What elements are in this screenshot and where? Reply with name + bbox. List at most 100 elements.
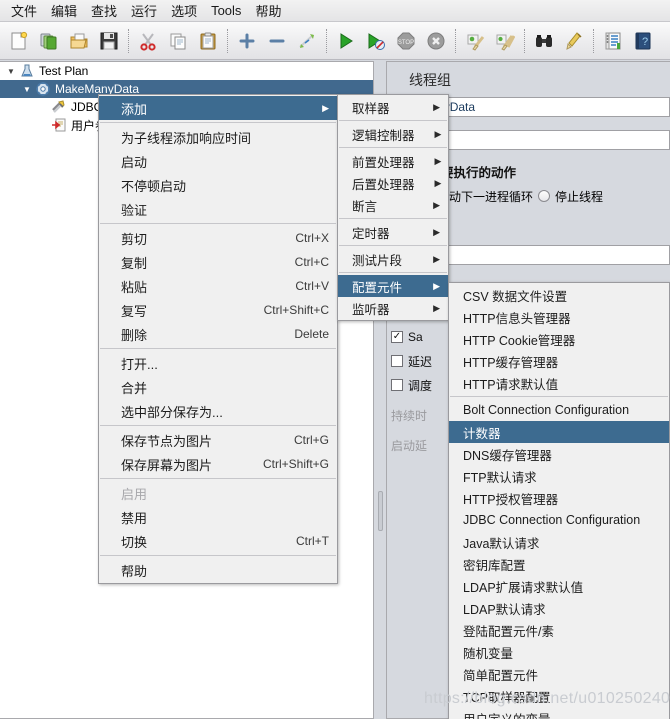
same-user-checkbox[interactable]: ✓ xyxy=(391,331,403,343)
menu-item-4[interactable]: HTTP缓存管理器 xyxy=(449,350,669,372)
menu-item-8[interactable]: 计数器 xyxy=(449,421,669,443)
save-floppy-icon[interactable] xyxy=(94,26,124,56)
menu-item-3[interactable]: 为子线程添加响应时间 xyxy=(99,125,337,149)
chevron-down-icon[interactable]: ▼ xyxy=(20,85,34,94)
menu-item-9[interactable]: 复制 Ctrl+C xyxy=(99,250,337,274)
menu-item-1[interactable]: CSV 数据文件设置 xyxy=(449,284,669,306)
menu-item-label: LDAP扩展请求默认值 xyxy=(463,580,584,595)
menubar-item-6[interactable]: Tools xyxy=(204,1,248,21)
radio-stop-thread[interactable] xyxy=(538,190,551,202)
menu-item-21[interactable]: 用户定义的变量 xyxy=(449,707,669,719)
function-helper-icon[interactable] xyxy=(598,26,628,56)
menu-item-22[interactable]: 禁用 xyxy=(99,505,337,529)
cut-scissors-icon[interactable] xyxy=(133,26,163,56)
menu-item-shortcut: Ctrl+V xyxy=(295,279,329,293)
delay-thread-creation-checkbox[interactable] xyxy=(391,355,403,367)
menu-item-6[interactable]: 验证 xyxy=(99,197,337,221)
menu-item-21[interactable]: 启用 xyxy=(99,481,337,505)
menu-item-25[interactable]: 帮助 xyxy=(99,558,337,582)
menu-item-1[interactable]: 取样器 ▶ xyxy=(338,96,448,118)
menu-item-16[interactable]: 选中部分保存为... xyxy=(99,399,337,423)
copy-icon[interactable] xyxy=(163,26,193,56)
chevron-down-icon[interactable]: ▼ xyxy=(4,67,18,76)
split-pane-grip[interactable] xyxy=(378,491,383,531)
menu-item-12[interactable]: 删除 Delete xyxy=(99,322,337,346)
menubar-item-7[interactable]: 帮助 xyxy=(248,0,288,23)
new-document-icon[interactable] xyxy=(4,26,34,56)
menu-separator xyxy=(100,478,336,479)
radio-option-label-next-loop[interactable]: 启动下一进程循环 xyxy=(437,188,533,205)
open-folder-icon[interactable] xyxy=(64,26,94,56)
chevron-right-icon: ▶ xyxy=(433,226,440,237)
menu-item-11[interactable]: HTTP授权管理器 xyxy=(449,487,669,509)
page-title: 线程组 xyxy=(409,72,451,88)
menu-item-5[interactable]: HTTP请求默认值 xyxy=(449,372,669,394)
search-binoculars-icon[interactable] xyxy=(529,26,559,56)
menubar-item-3[interactable]: 查找 xyxy=(84,0,124,23)
menu-item-11[interactable]: 复写 Ctrl+Shift+C xyxy=(99,298,337,322)
menu-item-11[interactable]: 测试片段 ▶ xyxy=(338,248,448,270)
tree-node-context-menu[interactable]: 添加 ▶ 为子线程添加响应时间 启动 不停顿启动 验证剪切 Ctrl+X 复制 Ctrl+C 粘贴… xyxy=(98,94,338,584)
menu-item-17[interactable]: 登陆配置元件/素 xyxy=(449,619,669,641)
menubar-item-5[interactable]: 选项 xyxy=(164,0,204,23)
scheduler-label: 调度 xyxy=(408,378,433,393)
menu-item-15[interactable]: 合并 xyxy=(99,375,337,399)
menu-item-19[interactable]: 保存屏幕为图片 Ctrl+Shift+G xyxy=(99,452,337,476)
start-play-icon[interactable] xyxy=(331,26,361,56)
add-submenu[interactable]: 取样器 ▶ 逻辑控制器 ▶ 前置处理器 ▶ 后置处理器 ▶ 断言 ▶ 定时器 ▶ 测试片段 ▶ 配置元件 ▶ 监… xyxy=(337,94,449,321)
expand-plus-icon[interactable] xyxy=(232,26,262,56)
config-element-submenu[interactable]: CSV 数据文件设置 HTTP信息头管理器 HTTP Cookie管理器 HTTP缓存… xyxy=(448,282,670,719)
menu-item-1[interactable]: 添加 ▶ xyxy=(99,96,337,120)
menu-item-13[interactable]: Java默认请求 xyxy=(449,531,669,553)
menu-separator xyxy=(100,555,336,556)
menu-item-3[interactable]: 逻辑控制器 ▶ xyxy=(338,123,448,145)
chevron-right-icon: ▶ xyxy=(433,253,440,264)
menu-item-18[interactable]: 保存节点为图片 Ctrl+G xyxy=(99,428,337,452)
menu-item-23[interactable]: 切换 Ctrl+T xyxy=(99,529,337,553)
help-book-icon[interactable]: ? xyxy=(628,26,658,56)
menubar-item-2[interactable]: 编辑 xyxy=(44,0,84,23)
reset-search-broom-icon[interactable] xyxy=(559,26,589,56)
menu-item-label: 逻辑控制器 xyxy=(352,128,415,143)
menu-item-4[interactable]: 启动 xyxy=(99,149,337,173)
menu-item-5[interactable]: 不停顿启动 xyxy=(99,173,337,197)
menu-item-3[interactable]: HTTP Cookie管理器 xyxy=(449,328,669,350)
toggle-branch-icon[interactable] xyxy=(292,26,322,56)
chevron-right-icon: ▶ xyxy=(434,177,442,188)
menu-item-8[interactable]: 剪切 Ctrl+X xyxy=(99,226,337,250)
collapse-minus-icon[interactable] xyxy=(262,26,292,56)
menu-item-20[interactable]: TCP取样器配置 xyxy=(449,685,669,707)
menu-item-10[interactable]: 粘贴 Ctrl+V xyxy=(99,274,337,298)
menu-item-18[interactable]: 随机变量 xyxy=(449,641,669,663)
menu-item-15[interactable]: LDAP扩展请求默认值 xyxy=(449,575,669,597)
paste-clipboard-icon[interactable] xyxy=(193,26,223,56)
menu-item-16[interactable]: LDAP默认请求 xyxy=(449,597,669,619)
tree-node-1[interactable]: ▼ Test Plan xyxy=(0,62,373,80)
menu-item-13[interactable]: 配置元件 ▶ xyxy=(338,275,448,297)
menu-item-6[interactable]: 后置处理器 ▶ xyxy=(338,172,448,194)
menu-item-14[interactable]: 打开... xyxy=(99,351,337,375)
menu-item-12[interactable]: JDBC Connection Configuration xyxy=(449,509,669,531)
menu-item-10[interactable]: FTP默认请求 xyxy=(449,465,669,487)
menubar-item-1[interactable]: 文件 xyxy=(4,0,44,23)
menu-item-14[interactable]: 监听器 ▶ xyxy=(338,297,448,319)
menu-item-shortcut: Delete xyxy=(294,327,329,341)
radio-option-label-stop-thread[interactable]: 停止线程 xyxy=(555,188,603,205)
menu-item-14[interactable]: 密钥库配置 xyxy=(449,553,669,575)
menu-item-label: 打开... xyxy=(121,356,158,372)
menu-item-7[interactable]: 断言 ▶ xyxy=(338,194,448,216)
menu-item-7[interactable]: Bolt Connection Configuration xyxy=(449,399,669,421)
scheduler-checkbox[interactable] xyxy=(391,379,403,391)
menu-item-9[interactable]: 定时器 ▶ xyxy=(338,221,448,243)
menu-item-9[interactable]: DNS缓存管理器 xyxy=(449,443,669,465)
stop-icon[interactable]: STOP xyxy=(391,26,421,56)
shutdown-icon[interactable] xyxy=(421,26,451,56)
new-template-icon[interactable] xyxy=(34,26,64,56)
menubar-item-4[interactable]: 运行 xyxy=(124,0,164,23)
clear-all-icon[interactable] xyxy=(490,26,520,56)
start-no-pauses-icon[interactable] xyxy=(361,26,391,56)
clear-icon[interactable] xyxy=(460,26,490,56)
menu-item-5[interactable]: 前置处理器 ▶ xyxy=(338,150,448,172)
menu-item-19[interactable]: 简单配置元件 xyxy=(449,663,669,685)
menu-item-2[interactable]: HTTP信息头管理器 xyxy=(449,306,669,328)
